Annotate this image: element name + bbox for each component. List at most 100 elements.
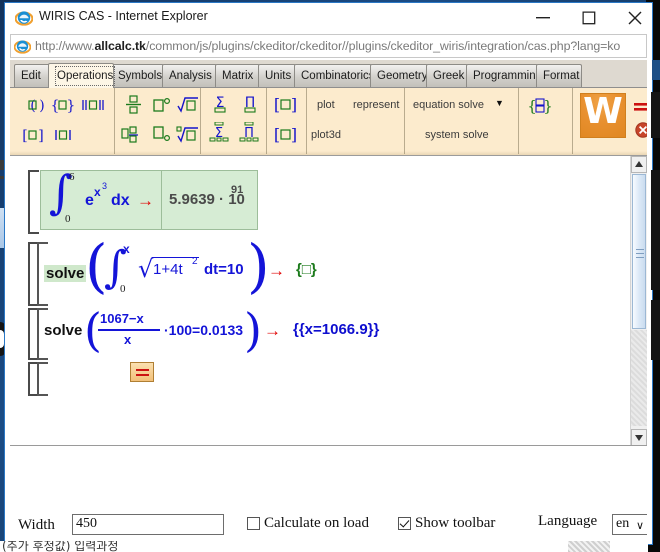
plot3d-button[interactable]: plot3d — [311, 129, 341, 141]
summation-icon[interactable]: Σ — [205, 90, 235, 118]
scrollbar-thumb[interactable] — [632, 174, 646, 329]
address-bar[interactable]: http://www.allcalc.tk/common/js/plugins/… — [10, 34, 647, 58]
toolbar-group-sums: Σ Π Σ Π — [200, 88, 267, 154]
svg-text:]: ] — [38, 128, 43, 143]
integral-upper-limit: 6 — [69, 171, 75, 183]
mixed-fraction-icon[interactable] — [119, 121, 149, 149]
solve-integral-row[interactable]: solve ( ∫ x 0 √ 1+4t 2 dt=10 ) → {□} — [28, 237, 328, 306]
integrand-exponent-power: 3 — [102, 181, 108, 191]
solve-result: {{x=1066.9}} — [293, 321, 380, 338]
norm-icon[interactable] — [78, 91, 108, 119]
integrand-base: e — [85, 192, 94, 209]
svg-text:]: ] — [291, 126, 297, 144]
radicand: 1+4t — [153, 261, 183, 278]
tab-label: Format — [543, 70, 580, 82]
width-value: 450 — [76, 516, 97, 531]
toolbar-group-plot: plot represent plot3d — [306, 88, 405, 154]
solve-result: {□} — [296, 261, 317, 278]
fraction-denominator: x — [124, 332, 132, 347]
result-arrow: → — [268, 261, 285, 280]
svg-text:[: [ — [274, 96, 280, 114]
url-prefix: http://www. — [35, 39, 95, 53]
toolbar-group-brackets: () {} [] — [16, 88, 114, 154]
tab-analysis[interactable]: Analysis — [162, 64, 217, 87]
toolbar-group-piecewise: {} — [518, 88, 573, 154]
braces-icon[interactable]: {} — [48, 91, 78, 119]
square-root-icon[interactable] — [173, 91, 203, 119]
tab-format[interactable]: Format — [536, 64, 582, 87]
tab-geometry[interactable]: Geometry — [370, 64, 428, 87]
tab-symbols[interactable]: Symbols — [111, 64, 164, 87]
tab-label: Operations — [55, 66, 116, 86]
percent-expression: ·100=0.0133 — [164, 322, 244, 338]
svg-text:Σ: Σ — [216, 95, 225, 111]
width-label: Width — [18, 517, 55, 533]
minimize-button[interactable] — [521, 3, 565, 32]
row-bracket — [28, 170, 39, 234]
show-toolbar-checkbox[interactable] — [398, 517, 411, 530]
product-icon[interactable]: Π — [235, 90, 265, 118]
scrollbar-track[interactable] — [631, 330, 647, 426]
summation-limits-icon[interactable]: Σ — [205, 120, 235, 148]
result-arrow: → — [264, 321, 281, 340]
tab-matrix[interactable]: Matrix — [215, 64, 260, 87]
tab-combinatorics[interactable]: Combinatorics — [294, 64, 375, 87]
chevron-down-icon[interactable]: ▼ — [495, 98, 504, 108]
nth-root-icon[interactable] — [173, 121, 203, 149]
matrix-icon[interactable]: [] — [271, 91, 301, 119]
integral-row[interactable]: ∫ 6 0 e x 3 dx → 5.9639 · 10 91 — [28, 169, 258, 234]
determinant-icon[interactable]: [] — [271, 121, 301, 149]
tab-label: Edit — [21, 70, 41, 82]
cas-worksheet[interactable]: ∫ 6 0 e x 3 dx → 5.9639 · 10 91 solve (… — [10, 156, 647, 446]
parentheses-icon[interactable]: () — [18, 91, 48, 119]
system-solve-button[interactable]: system solve — [425, 129, 489, 141]
show-toolbar-label: Show toolbar — [415, 515, 496, 531]
width-input[interactable]: 450 — [72, 514, 224, 535]
tab-programming[interactable]: Programming — [466, 64, 542, 87]
tab-label: Symbols — [118, 70, 163, 82]
radicand-exponent: 2 — [192, 256, 198, 267]
wiris-logo-letter: W — [583, 91, 623, 132]
solve-percent-row[interactable]: solve ( 1067−x x ·100=0.0133 ) → {{x=106… — [28, 307, 418, 360]
operations-toolbar-panel: () {} [] Σ Π Σ Π [] [] plot represent … — [10, 88, 647, 156]
piecewise-icon[interactable]: {} — [525, 92, 555, 120]
equation-solve-button[interactable]: equation solve — [413, 99, 484, 111]
tab-label: Programming — [473, 70, 543, 82]
integrand-exponent-variable: x — [94, 185, 101, 199]
equals-mini-button[interactable] — [130, 362, 154, 382]
tab-operations[interactable]: Operations — [48, 63, 116, 88]
represent-button[interactable]: represent — [353, 99, 399, 111]
fraction-numerator: 1067−x — [100, 311, 144, 326]
svg-text:Π: Π — [245, 95, 256, 111]
solve-keyword: solve — [44, 265, 87, 282]
tab-edit[interactable]: Edit — [14, 64, 50, 87]
absolute-value-icon[interactable] — [48, 121, 78, 149]
worksheet-vertical-scrollbar[interactable] — [630, 156, 647, 445]
svg-text:{: { — [527, 97, 537, 115]
scroll-up-arrow-icon[interactable] — [631, 156, 647, 173]
square-root-symbol: √ — [138, 255, 154, 283]
toolbar-right-separator — [572, 88, 573, 154]
svg-text:Σ: Σ — [215, 126, 223, 141]
close-button[interactable] — [613, 3, 657, 32]
calculate-on-load-checkbox[interactable] — [247, 517, 260, 530]
toolbar-group-fractions — [114, 88, 201, 154]
new-expression-row[interactable] — [28, 362, 154, 396]
wiris-logo: W — [580, 91, 626, 138]
product-limits-icon[interactable]: Π — [235, 120, 265, 148]
window-title-bar: WIRIS CAS - Internet Explorer — [5, 3, 652, 34]
plot-button[interactable]: plot — [317, 99, 335, 111]
integral-lower-limit: 0 — [120, 283, 126, 295]
brackets-icon[interactable]: [] — [18, 121, 48, 149]
fraction-icon[interactable] — [119, 91, 149, 119]
tab-greek[interactable]: Greek — [426, 64, 468, 87]
background-hatch-area — [568, 541, 610, 552]
wiris-cas-page: Edit Operations Symbols Analysis Matrix … — [10, 60, 647, 543]
scroll-down-arrow-icon[interactable] — [631, 429, 647, 445]
close-session-button[interactable] — [635, 122, 647, 138]
calculate-equals-button[interactable] — [634, 100, 647, 112]
integral-expression-cell[interactable]: ∫ 6 0 e x 3 dx → 5.9639 · 10 91 — [40, 169, 258, 230]
maximize-button[interactable] — [567, 3, 611, 32]
tab-units[interactable]: Units — [258, 64, 296, 87]
language-select[interactable]: en ∨ — [612, 514, 647, 535]
